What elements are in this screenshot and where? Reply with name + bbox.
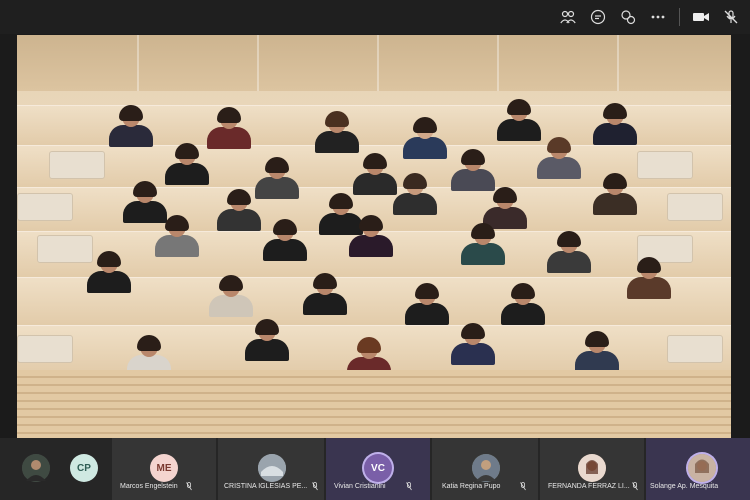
participant-name: Solange Ap. Mesquita	[650, 483, 719, 490]
together-mode-auditorium	[17, 35, 731, 438]
attendee-video	[239, 319, 295, 361]
attendee-video	[343, 215, 399, 257]
meeting-toolbar	[0, 0, 750, 34]
participant-tile[interactable]: Solange Ap. Mesquita	[646, 438, 750, 500]
attendee-video	[455, 223, 511, 265]
attendee-video	[201, 107, 257, 149]
more-icon[interactable]	[647, 6, 669, 28]
mic-off-icon[interactable]	[720, 6, 742, 28]
attendee-video	[399, 283, 455, 325]
auditorium-seat	[667, 193, 723, 221]
mic-off-icon	[632, 482, 638, 491]
avatar	[22, 454, 50, 482]
attendee-video	[81, 251, 137, 293]
auditorium-floor	[17, 370, 731, 438]
participant-tile[interactable]: ME Marcos Engelstein	[112, 438, 216, 500]
toolbar-separator	[679, 8, 680, 26]
attendee-video	[621, 257, 677, 299]
attendee-video	[541, 231, 597, 273]
toolbar-icons	[557, 6, 742, 28]
auditorium-seat	[17, 335, 73, 363]
attendee-video	[257, 219, 313, 261]
chat-icon[interactable]	[587, 6, 609, 28]
avatar	[472, 454, 500, 482]
participant-name: Marcos Engelstein	[120, 483, 178, 490]
mic-off-icon	[406, 482, 412, 491]
participant-tile[interactable]: CRISTINA IGLESIAS PE...	[218, 438, 324, 500]
auditorium-ceiling	[17, 35, 731, 91]
participant-tile[interactable]	[0, 438, 56, 500]
attendee-video	[587, 103, 643, 145]
participant-name: CRISTINA IGLESIAS PE...	[224, 483, 308, 490]
participant-strip: CP ME Marcos Engelstein CRISTINA IGLESIA…	[0, 438, 750, 500]
avatar	[578, 454, 606, 482]
mic-off-icon	[186, 482, 192, 491]
auditorium-seat	[17, 193, 73, 221]
attendee-video	[203, 275, 259, 317]
avatar: VC	[364, 454, 392, 482]
mic-off-icon	[520, 482, 526, 491]
auditorium-seat	[49, 151, 105, 179]
attendee-video	[495, 283, 551, 325]
attendee-video	[387, 173, 443, 215]
people-icon[interactable]	[557, 6, 579, 28]
attendee-video	[297, 273, 353, 315]
attendee-video	[309, 111, 365, 153]
auditorium-seat	[637, 151, 693, 179]
attendee-video	[587, 173, 643, 215]
participant-tile[interactable]: VC Vivian Cristianini	[326, 438, 430, 500]
avatar: ME	[150, 454, 178, 482]
attendee-video	[569, 331, 625, 373]
attendee-video	[149, 215, 205, 257]
participant-name: FERNANDA FERRAZ LI...	[548, 483, 630, 490]
attendee-video	[159, 143, 215, 185]
avatar	[258, 454, 286, 482]
mic-off-icon	[312, 482, 318, 491]
attendee-video	[491, 99, 547, 141]
attendee-video	[531, 137, 587, 179]
attendee-video	[445, 149, 501, 191]
auditorium-seat	[667, 335, 723, 363]
participant-tile[interactable]: Katia Regina Pupo	[432, 438, 538, 500]
participant-name: Vivian Cristianini	[334, 483, 386, 490]
camera-icon[interactable]	[690, 6, 712, 28]
avatar	[688, 454, 716, 482]
attendee-video	[103, 105, 159, 147]
avatar: CP	[70, 454, 98, 482]
participant-name: Katia Regina Pupo	[442, 483, 501, 490]
participant-tile[interactable]: CP	[56, 438, 112, 500]
reactions-icon[interactable]	[617, 6, 639, 28]
participant-tile[interactable]: FERNANDA FERRAZ LI...	[540, 438, 644, 500]
attendee-video	[445, 323, 501, 365]
